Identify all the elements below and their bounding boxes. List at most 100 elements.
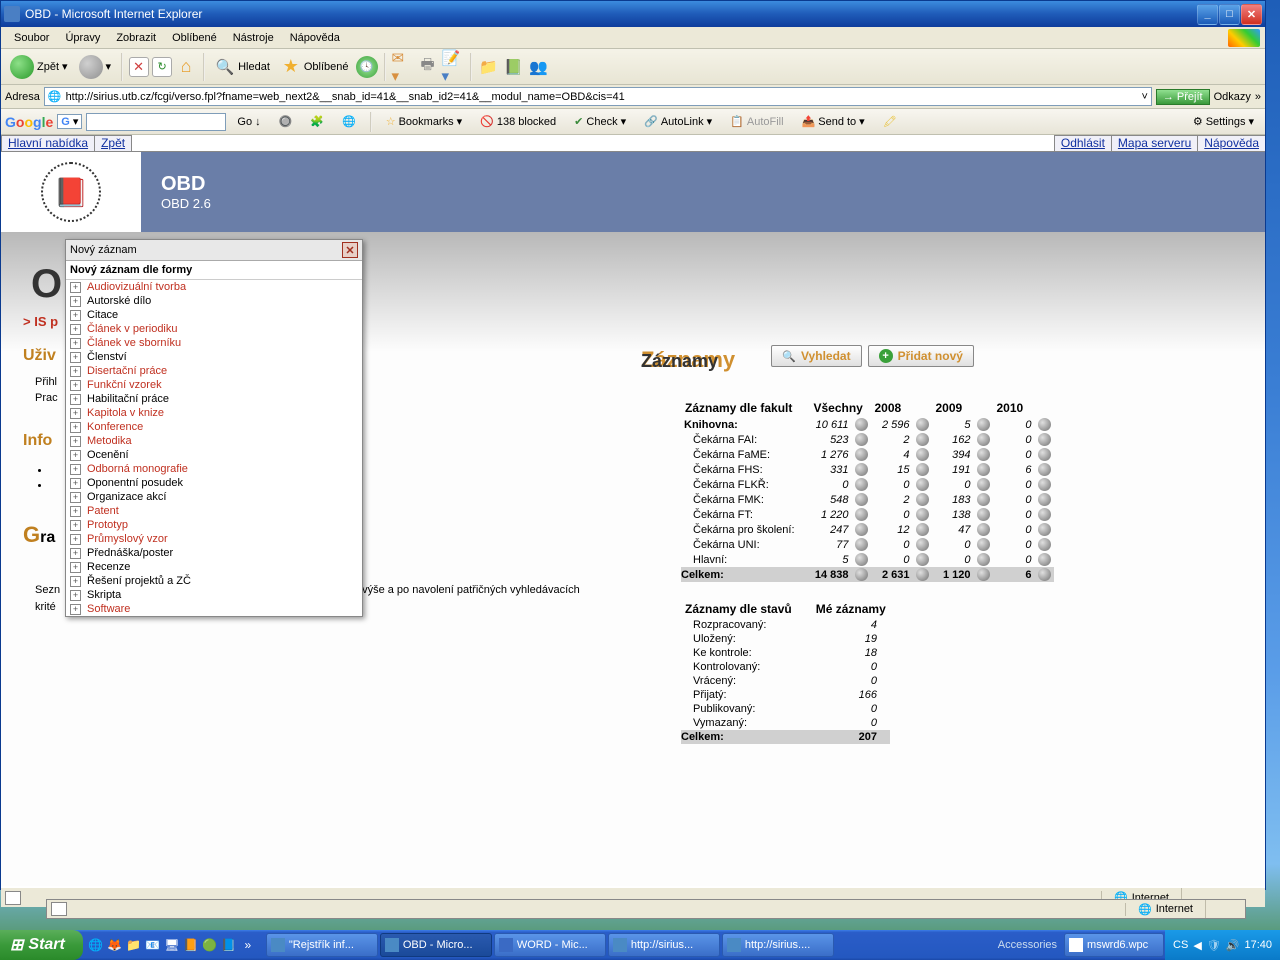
expand-icon[interactable]: + (70, 450, 81, 461)
dot-icon[interactable] (977, 493, 990, 506)
expand-icon[interactable]: + (70, 478, 81, 489)
form-type-item[interactable]: +Software (66, 602, 362, 616)
nav-help[interactable]: Nápověda (1197, 135, 1265, 151)
task-item[interactable]: OBD - Micro... (380, 933, 492, 957)
links-label[interactable]: Odkazy (1214, 91, 1251, 103)
forward-button[interactable]: ▾ (75, 53, 116, 81)
go-button[interactable]: → Přejít (1156, 89, 1210, 105)
google-highlight[interactable]: 🖍 (876, 113, 904, 130)
dot-icon[interactable] (916, 463, 929, 476)
form-type-item[interactable]: +Habilitační práce (66, 392, 362, 406)
expand-icon[interactable]: + (70, 590, 81, 601)
menu-help[interactable]: Nápověda (282, 30, 348, 46)
dot-icon[interactable] (855, 508, 868, 521)
favorites-button[interactable]: ★Oblíbené (277, 55, 353, 79)
expand-icon[interactable]: + (70, 436, 81, 447)
expand-icon[interactable]: + (70, 366, 81, 377)
tray-icon[interactable]: ◀ (1193, 939, 1201, 952)
google-autolink[interactable]: 🔗 AutoLink ▾ (637, 113, 719, 130)
tray-icon[interactable]: 🔊 (1226, 939, 1240, 952)
expand-icon[interactable]: + (70, 604, 81, 615)
refresh-button[interactable]: ↻ (152, 57, 172, 77)
dot-icon[interactable] (977, 418, 990, 431)
dot-icon[interactable] (916, 553, 929, 566)
nav-map[interactable]: Mapa serveru (1111, 135, 1198, 151)
expand-icon[interactable]: + (70, 324, 81, 335)
ql-app2[interactable]: 🟢 (201, 935, 219, 955)
tray-icon[interactable]: 🛡 (1207, 939, 1221, 952)
form-type-item[interactable]: +Citace (66, 308, 362, 322)
menu-tools[interactable]: Nástroje (225, 30, 282, 46)
google-blocked[interactable]: 🚫 138 blocked (473, 113, 563, 130)
dot-icon[interactable] (855, 433, 868, 446)
form-type-item[interactable]: +Kapitola v knize (66, 406, 362, 420)
history-button[interactable]: 🕓 (356, 56, 378, 78)
google-g-dropdown[interactable]: G ▾ (57, 114, 82, 129)
dot-icon[interactable] (1038, 553, 1051, 566)
form-type-item[interactable]: +Konference (66, 420, 362, 434)
google-bookmarks[interactable]: ☆ Bookmarks ▾ (379, 113, 469, 130)
google-sendto[interactable]: 📤 Send to ▾ (795, 113, 872, 130)
dot-icon[interactable] (916, 478, 929, 491)
task-item[interactable]: mswrd6.wpc (1064, 933, 1164, 957)
google-search-input[interactable] (86, 113, 226, 131)
expand-icon[interactable]: + (70, 464, 81, 475)
expand-icon[interactable]: + (70, 352, 81, 363)
expand-icon[interactable]: + (70, 310, 81, 321)
mail-button[interactable]: ✉ ▾ (392, 56, 414, 78)
expand-icon[interactable]: + (70, 534, 81, 545)
form-type-item[interactable]: +Disertační práce (66, 364, 362, 378)
stop-button[interactable] (129, 57, 149, 77)
dot-icon[interactable] (977, 508, 990, 521)
dot-icon[interactable] (1038, 508, 1051, 521)
dot-icon[interactable] (855, 493, 868, 506)
dot-icon[interactable] (916, 493, 929, 506)
maximize-button[interactable]: □ (1219, 4, 1240, 25)
dot-icon[interactable] (855, 463, 868, 476)
dot-icon[interactable] (916, 433, 929, 446)
expand-icon[interactable]: + (70, 394, 81, 405)
expand-icon[interactable]: + (70, 562, 81, 573)
dot-icon[interactable] (1038, 478, 1051, 491)
dot-icon[interactable] (855, 538, 868, 551)
dot-icon[interactable] (916, 508, 929, 521)
ql-ff[interactable]: 🦊 (106, 935, 124, 955)
search-button[interactable]: 🔍Vyhledat (771, 345, 862, 367)
ql-outlook[interactable]: 📧 (144, 935, 162, 955)
form-type-item[interactable]: +Ocenění (66, 448, 362, 462)
popup-titlebar[interactable]: Nový záznam ✕ (66, 240, 362, 261)
research-button[interactable]: 📗 (503, 56, 525, 78)
form-type-item[interactable]: +Recenze (66, 560, 362, 574)
form-type-item[interactable]: +Článek ve sborníku (66, 336, 362, 350)
form-type-item[interactable]: +Metodika (66, 434, 362, 448)
url-input[interactable]: 🌐 http://sirius.utb.cz/fcgi/verso.fpl?fn… (44, 87, 1152, 106)
dot-icon[interactable] (977, 463, 990, 476)
nav-logout[interactable]: Odhlásit (1054, 135, 1112, 151)
ql-more[interactable]: » (239, 935, 257, 955)
ql-folder[interactable]: 📁 (125, 935, 143, 955)
dot-icon[interactable] (855, 478, 868, 491)
google-go[interactable]: Go ↓ (230, 114, 267, 130)
edit-button[interactable]: 📝 ▾ (442, 56, 464, 78)
messenger-button[interactable]: 👥 (528, 56, 550, 78)
form-type-item[interactable]: +Organizace akcí (66, 490, 362, 504)
google-opt2[interactable]: 🧩 (303, 113, 331, 130)
dot-icon[interactable] (855, 553, 868, 566)
google-logo[interactable]: Google (5, 114, 53, 130)
google-settings[interactable]: ⚙ Settings ▾ (1186, 113, 1261, 130)
dot-icon[interactable] (977, 433, 990, 446)
menu-fav[interactable]: Oblíbené (164, 30, 225, 46)
popup-list[interactable]: +Audiovizuální tvorba+Autorské dílo+Cita… (66, 280, 362, 616)
minimize-button[interactable]: _ (1197, 4, 1218, 25)
dot-icon[interactable] (1038, 433, 1051, 446)
google-opt3[interactable]: 🌐 (335, 113, 363, 130)
ql-app1[interactable]: 📙 (182, 935, 200, 955)
task-item[interactable]: http://sirius.... (722, 933, 834, 957)
dot-icon[interactable] (1038, 448, 1051, 461)
titlebar[interactable]: OBD - Microsoft Internet Explorer _ □ ✕ (1, 1, 1265, 27)
home-button[interactable]: ⌂ (175, 56, 197, 78)
popup-close-button[interactable]: ✕ (342, 242, 358, 258)
dot-icon[interactable] (916, 418, 929, 431)
dot-icon[interactable] (1038, 493, 1051, 506)
task-item[interactable]: http://sirius... (608, 933, 720, 957)
